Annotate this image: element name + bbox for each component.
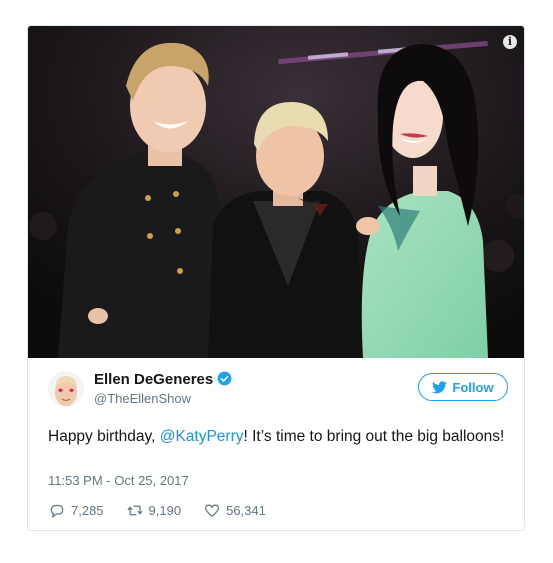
twitter-bird-icon — [432, 380, 448, 393]
retweet-button[interactable]: 9,190 — [126, 502, 182, 519]
retweet-count: 9,190 — [148, 503, 182, 518]
mention-link[interactable]: @KatyPerry — [160, 428, 244, 445]
user-handle[interactable]: @TheEllenShow — [94, 390, 232, 408]
reply-button[interactable]: 7,285 — [48, 502, 104, 519]
verified-badge-icon — [217, 371, 232, 386]
tweet-text: Happy birthday, @KatyPerry! It’s time to… — [48, 426, 508, 448]
heart-icon — [205, 504, 220, 517]
avatar[interactable] — [48, 371, 84, 407]
tweet-header: Ellen DeGeneres @TheEllenShow Follow — [48, 371, 508, 411]
reply-icon — [50, 504, 64, 518]
photo-illustration — [28, 26, 524, 358]
retweet-icon — [126, 505, 143, 516]
tweet-text-after: ! It’s time to bring out the big balloon… — [243, 428, 505, 445]
display-name[interactable]: Ellen DeGeneres — [94, 371, 213, 389]
like-button[interactable]: 56,341 — [203, 502, 266, 519]
follow-button[interactable]: Follow — [418, 373, 508, 401]
user-info[interactable]: Ellen DeGeneres @TheEllenShow — [94, 371, 232, 408]
follow-label: Follow — [452, 379, 494, 395]
like-count: 56,341 — [226, 503, 266, 518]
tweet-timestamp[interactable]: 11:53 PM - Oct 25, 2017 — [48, 473, 189, 488]
info-icon[interactable]: i — [503, 35, 517, 49]
tweet-actions: 7,285 9,190 56,341 — [48, 502, 288, 519]
avatar-image — [48, 371, 84, 407]
tweet-text-before: Happy birthday, — [48, 428, 160, 445]
tweet-card: i Ellen DeGeneres @TheEllenShow Follow H… — [27, 25, 525, 531]
tweet-photo[interactable]: i — [28, 26, 524, 358]
reply-count: 7,285 — [71, 503, 104, 518]
